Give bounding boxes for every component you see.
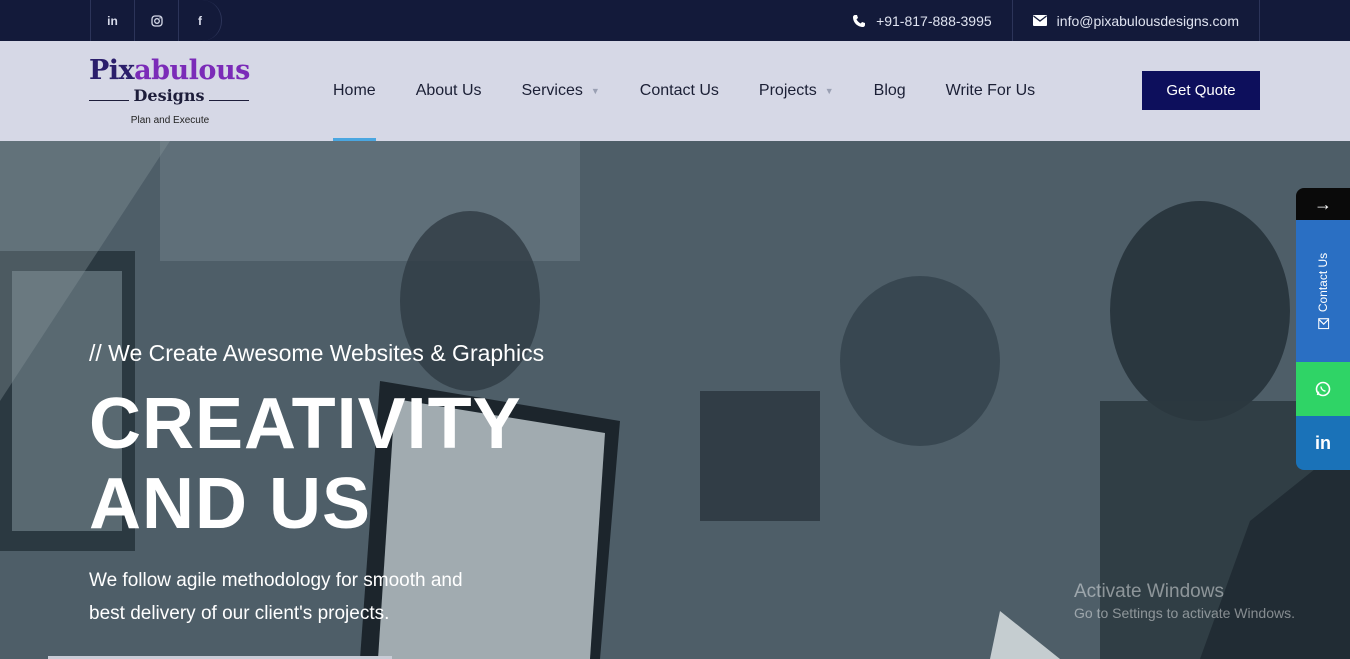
windows-activation-watermark: Activate Windows Go to Settings to activ… — [1074, 581, 1295, 621]
nav-contact-us[interactable]: Contact Us — [640, 41, 719, 141]
linkedin-icon[interactable]: in — [90, 0, 134, 41]
social-links: in f — [90, 0, 222, 41]
logo[interactable]: Pixabulous Designs Plan and Execute — [89, 55, 254, 129]
phone-icon — [852, 14, 866, 28]
nav-services[interactable]: Services ▼ — [522, 41, 600, 141]
hero-title-line-2: AND US — [89, 464, 372, 544]
caret-down-icon: ▼ — [590, 86, 600, 96]
watermark-line-2: Go to Settings to activate Windows. — [1074, 605, 1295, 621]
facebook-icon[interactable]: f — [178, 0, 222, 41]
get-quote-button[interactable]: Get Quote — [1142, 71, 1260, 110]
email-address: info@pixabulousdesigns.com — [1056, 12, 1239, 29]
contact-us-side-tab[interactable]: Contact Us — [1296, 220, 1350, 362]
collapse-arrow-icon[interactable]: → — [1296, 188, 1350, 220]
hero-title-line-1: CREATIVITY — [89, 384, 522, 464]
hero-subtitle: // We Create Awesome Websites & Graphics — [89, 340, 545, 366]
instagram-icon[interactable] — [134, 0, 178, 41]
phone-link[interactable]: +91-817-888-3995 — [832, 0, 1012, 41]
watermark-line-1: Activate Windows — [1074, 581, 1224, 602]
phone-number: +91-817-888-3995 — [876, 12, 992, 29]
caret-down-icon: ▼ — [824, 86, 834, 96]
logo-tagline: Plan and Execute — [130, 115, 210, 126]
whatsapp-button[interactable] — [1296, 362, 1350, 416]
logo-rule-right — [209, 100, 249, 101]
contact-us-side-label: Contact Us — [1316, 252, 1331, 313]
site-header: Pixabulous Designs Plan and Execute Home… — [0, 41, 1350, 141]
nav-about-us[interactable]: About Us — [416, 41, 482, 141]
hero-title: CREATIVITY AND US — [89, 384, 522, 544]
envelope-icon — [1032, 15, 1047, 26]
whatsapp-icon — [1315, 381, 1331, 397]
linkedin-side-button[interactable]: in — [1296, 416, 1350, 470]
top-bar: in f +91-817-888-3995 info@pixabulousdes… — [0, 0, 1350, 41]
hero-description: We follow agile methodology for smooth a… — [89, 570, 463, 624]
nav-write-for-us[interactable]: Write For Us — [946, 41, 1035, 141]
hero-banner: // We Create Awesome Websites & Graphics… — [0, 141, 1350, 659]
contact-info: +91-817-888-3995 info@pixabulousdesigns.… — [832, 0, 1260, 41]
nav-projects[interactable]: Projects ▼ — [759, 41, 834, 141]
email-link[interactable]: info@pixabulousdesigns.com — [1011, 0, 1260, 41]
envelope-icon — [1317, 318, 1329, 330]
main-nav: Home About Us Services ▼ Contact Us Proje… — [333, 41, 1075, 141]
nav-home[interactable]: Home — [333, 41, 376, 141]
logo-subword: Designs — [133, 86, 205, 105]
linkedin-icon: in — [1315, 432, 1331, 453]
nav-blog[interactable]: Blog — [874, 41, 906, 141]
logo-wordmark: Pixabulous — [89, 55, 250, 86]
